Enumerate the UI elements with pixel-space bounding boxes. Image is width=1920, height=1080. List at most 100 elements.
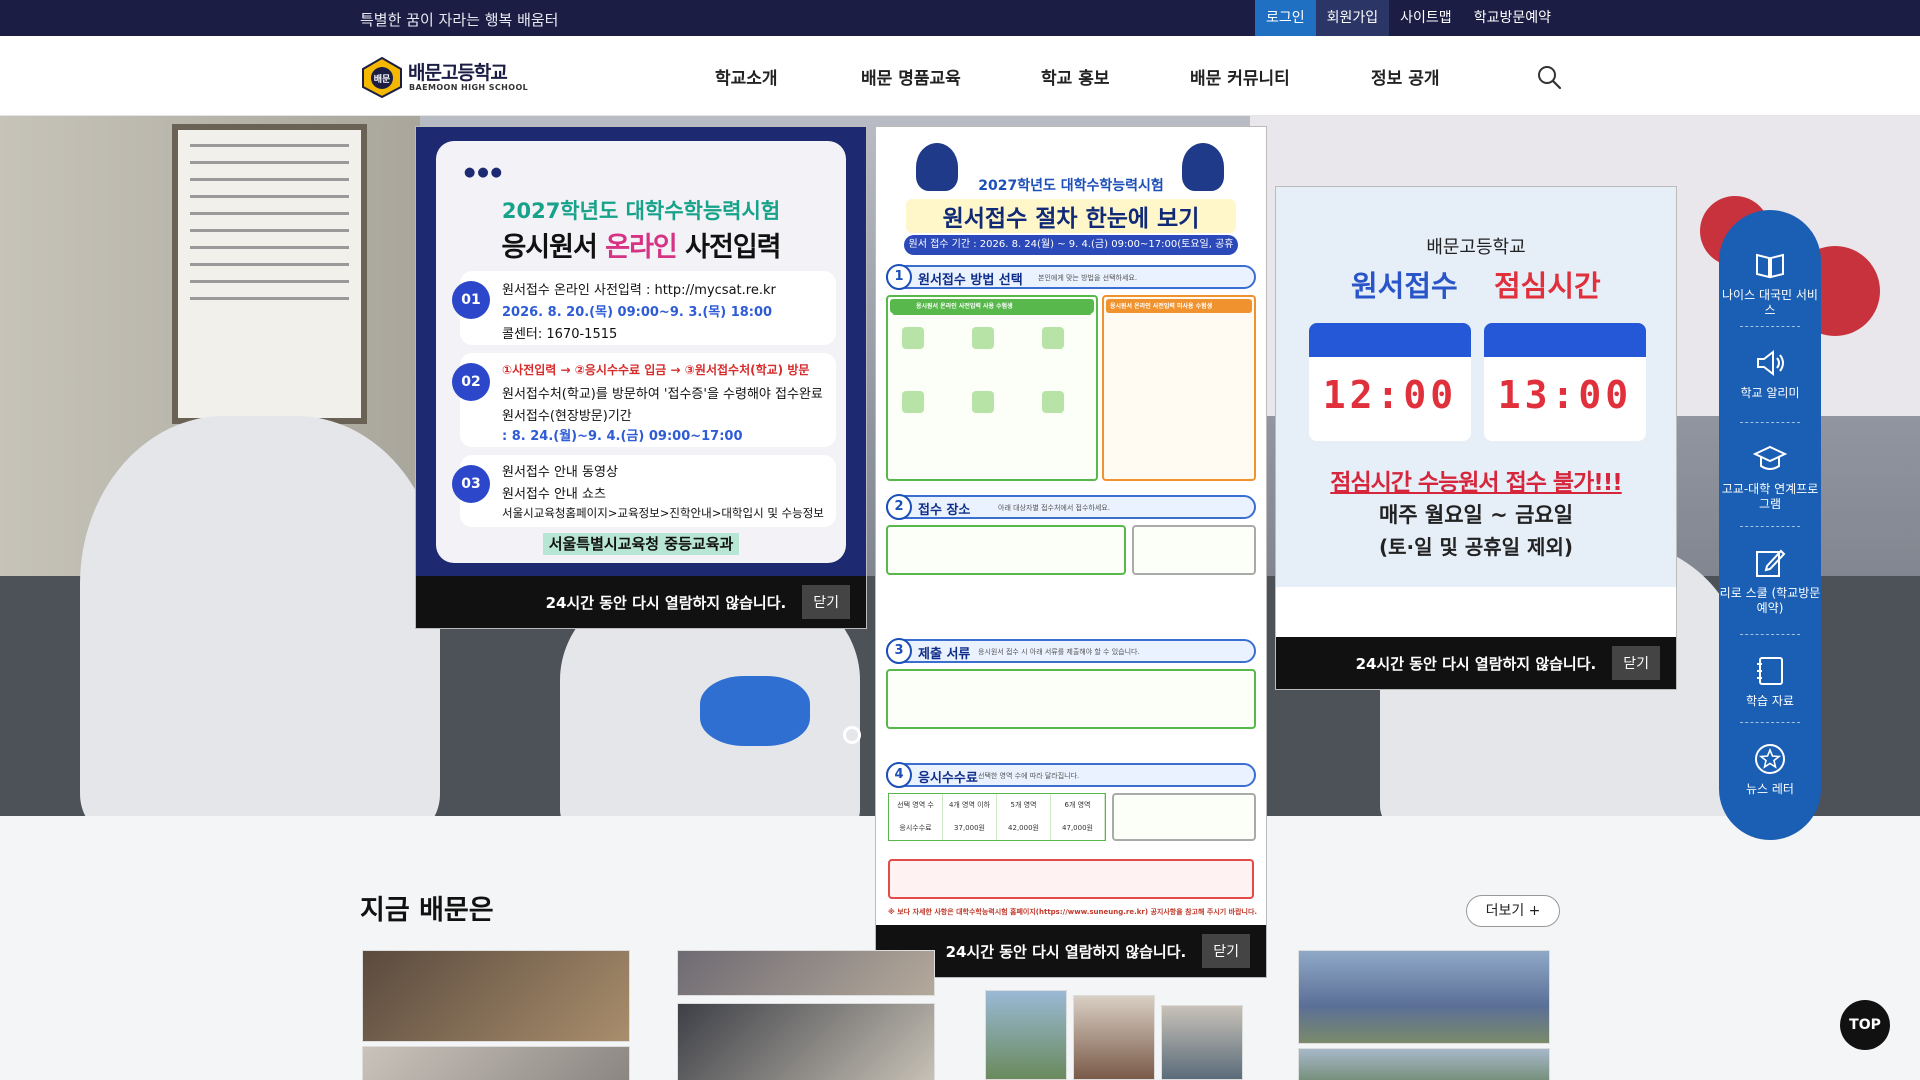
school-emblem-icon: 배문: [362, 56, 402, 98]
hide-24h-option[interactable]: 24시간 동안 다시 열람하지 않습니다.: [546, 592, 787, 613]
news-thumbnail[interactable]: [1073, 995, 1155, 1080]
title-application: 원서접수: [1351, 269, 1458, 303]
section-sub: 본인에게 맞는 방법을 선택하세요.: [1038, 274, 1138, 282]
notebook-icon: [1757, 657, 1783, 685]
hide-24h-option[interactable]: 24시간 동안 다시 열람하지 않습니다.: [1356, 653, 1597, 674]
method-label: 응시원서 온라인 사전입력 미사용 수험생: [1110, 303, 1213, 310]
weekday-range: 매주 월요일 ~ 금요일: [1378, 503, 1574, 527]
nav-premium-education[interactable]: 배문 명품교육: [861, 64, 961, 89]
divider: [1740, 634, 1800, 635]
news-thumbnail[interactable]: [1298, 1048, 1550, 1080]
news-thumbnail[interactable]: [677, 1003, 935, 1080]
step-card: 01 원서접수 온라인 사전입력 : http://mycsat.re.kr 2…: [452, 271, 836, 345]
step-number: 03: [452, 465, 490, 503]
csat-online-popup: ●●● 2027학년도 대학수학능력시험 응시원서 온라인 사전입력 01 원서…: [415, 126, 867, 629]
title-part: 사전입력: [676, 232, 781, 263]
news-thumbnail[interactable]: [985, 990, 1067, 1080]
quick-label: 뉴스 레터: [1746, 782, 1794, 796]
warning-box: [888, 859, 1254, 899]
scroll-top-button[interactable]: TOP: [1840, 1000, 1890, 1050]
quick-riro-school[interactable]: 리로 스쿨 (학교방문예약): [1719, 546, 1821, 616]
online-method-box: [886, 295, 1098, 481]
step-link[interactable]: 원서접수 안내 쇼츠: [502, 483, 606, 502]
divider: [1740, 326, 1800, 327]
popup-footer: 24시간 동안 다시 열람하지 않습니다. 닫기: [416, 576, 866, 628]
popup-content: 배문고등학교 원서접수 점심시간 12:00 13:00 점심시간 수능원서 접…: [1276, 187, 1676, 637]
section-header: 4 응시수수료 선택한 영역 수에 따라 달라집니다.: [886, 762, 1256, 788]
popup-title: 응시원서 온라인 사전입력: [436, 225, 846, 264]
nav-information-disclosure[interactable]: 정보 공개: [1371, 64, 1439, 89]
sitemap-link[interactable]: 사이트맵: [1389, 0, 1463, 36]
popup-subtitle: 2027학년도 대학수학능력시험: [501, 199, 781, 223]
quick-label: 리로 스쿨 (학교방문예약): [1719, 586, 1821, 615]
location-note: [1132, 525, 1256, 575]
quick-neis-service[interactable]: 나이스 대국민 서비스: [1719, 248, 1821, 318]
step-number: 02: [452, 363, 490, 401]
title-lunch: 점심시간: [1494, 269, 1601, 303]
weekend-exception: (토·일 및 공휴일 제외): [1379, 535, 1573, 559]
visit-reservation-link[interactable]: 학교방문예약: [1463, 0, 1562, 36]
application-process-popup: 2027학년도 대학수학능력시험 원서접수 절차 한눈에 보기 원서 접수 기간…: [875, 126, 1267, 978]
step-text: 원서접수(현장방문)기간: [502, 409, 632, 424]
quick-school-info[interactable]: 학교 알리미: [1719, 346, 1821, 401]
news-thumbnail[interactable]: [1298, 950, 1550, 1044]
news-thumbnail[interactable]: [362, 950, 630, 1042]
title-highlight: 온라인: [605, 232, 678, 263]
quick-university-program[interactable]: 고교-대학 연계프로그램: [1719, 442, 1821, 512]
popup-title: 원서접수 절차 한눈에 보기: [906, 199, 1236, 233]
quick-newsletter[interactable]: 뉴스 레터: [1719, 742, 1821, 797]
fee-header: 5개 영역: [997, 794, 1051, 817]
fee-header: 6개 영역: [1051, 794, 1105, 817]
fee-header: 4개 영역 이하: [943, 794, 997, 817]
book-icon: [1756, 253, 1784, 279]
popup-source: 서울특별시교육청 중등교육과: [436, 533, 846, 555]
news-section-title: 지금 배문은: [360, 895, 494, 926]
nav-school-promotion[interactable]: 학교 홍보: [1041, 64, 1109, 89]
documents-table: [886, 669, 1256, 729]
slide-indicator[interactable]: [843, 726, 861, 744]
news-thumbnail[interactable]: [677, 950, 935, 996]
location-table: [886, 525, 1126, 575]
news-thumbnail[interactable]: [1161, 1005, 1243, 1080]
more-button[interactable]: 더보기 +: [1466, 895, 1560, 927]
source-text: 서울특별시교육청 중등교육과: [542, 533, 740, 555]
site-header: 배문 배문고등학교 BAEMOON HIGH SCHOOL 학교소개 배문 명품…: [0, 36, 1920, 116]
nav-school-intro[interactable]: 학교소개: [715, 64, 778, 89]
hide-24h-option[interactable]: 24시간 동안 다시 열람하지 않습니다.: [946, 941, 1187, 962]
star-badge-icon: [1755, 744, 1785, 774]
step-link[interactable]: 원서접수 안내 동영상: [502, 461, 618, 480]
lunch-time-popup: 배문고등학교 원서접수 점심시간 12:00 13:00 점심시간 수능원서 접…: [1275, 186, 1677, 690]
quick-label: 고교-대학 연계프로그램: [1721, 482, 1819, 511]
quick-label: 학교 알리미: [1740, 386, 1800, 400]
graduation-cap-icon: [1753, 445, 1787, 470]
nav-community[interactable]: 배문 커뮤니티: [1190, 64, 1290, 89]
step-text[interactable]: 원서접수 온라인 사전입력 : http://mycsat.re.kr: [502, 279, 776, 298]
step-text: 서울시교육청홈페이지>교육정보>진학안내>대학입시 및 수능정보: [502, 506, 824, 520]
fee-header: 선택 영역 수: [889, 794, 943, 817]
fee-table: 선택 영역 수 4개 영역 이하 5개 영역 6개 영역 응시수수료 37,00…: [888, 793, 1106, 841]
news-thumbnail[interactable]: [362, 1046, 630, 1080]
close-button[interactable]: 닫기: [1202, 934, 1250, 968]
quick-label: 학습 자료: [1746, 694, 1794, 708]
end-time: 13:00: [1497, 373, 1633, 417]
section-sub: 응시원서 접수 시 아래 서류를 제출해야 할 수 있습니다.: [978, 648, 1140, 656]
edit-icon: [1756, 549, 1786, 577]
popup-content: 2027학년도 대학수학능력시험 원서접수 절차 한눈에 보기 원서 접수 기간…: [876, 127, 1266, 927]
fee-cell: 42,000원: [997, 817, 1051, 840]
section-header: 1 원서접수 방법 선택 본인에게 맞는 방법을 선택하세요.: [886, 264, 1256, 290]
search-icon[interactable]: [1536, 64, 1562, 90]
section-label: 제출 서류: [918, 647, 971, 662]
section-number: 2: [886, 494, 912, 520]
popup-school-name: 배문고등학교: [1426, 237, 1526, 258]
title-part: 응시원서: [501, 232, 606, 263]
close-button[interactable]: 닫기: [802, 585, 850, 619]
login-link[interactable]: 로그인: [1255, 0, 1316, 36]
step-text: 콜센터: 1670-1515: [502, 327, 618, 342]
close-button[interactable]: 닫기: [1612, 646, 1660, 680]
lunch-warning: 점심시간 수능원서 접수 불가!!!: [1330, 470, 1622, 496]
divider: [1740, 422, 1800, 423]
quick-learning-materials[interactable]: 학습 자료: [1719, 654, 1821, 709]
school-logo[interactable]: 배문 배문고등학교 BAEMOON HIGH SCHOOL: [360, 56, 530, 98]
join-link[interactable]: 회원가입: [1315, 0, 1390, 36]
section-header: 3 제출 서류 응시원서 접수 시 아래 서류를 제출해야 할 수 있습니다.: [886, 638, 1256, 664]
